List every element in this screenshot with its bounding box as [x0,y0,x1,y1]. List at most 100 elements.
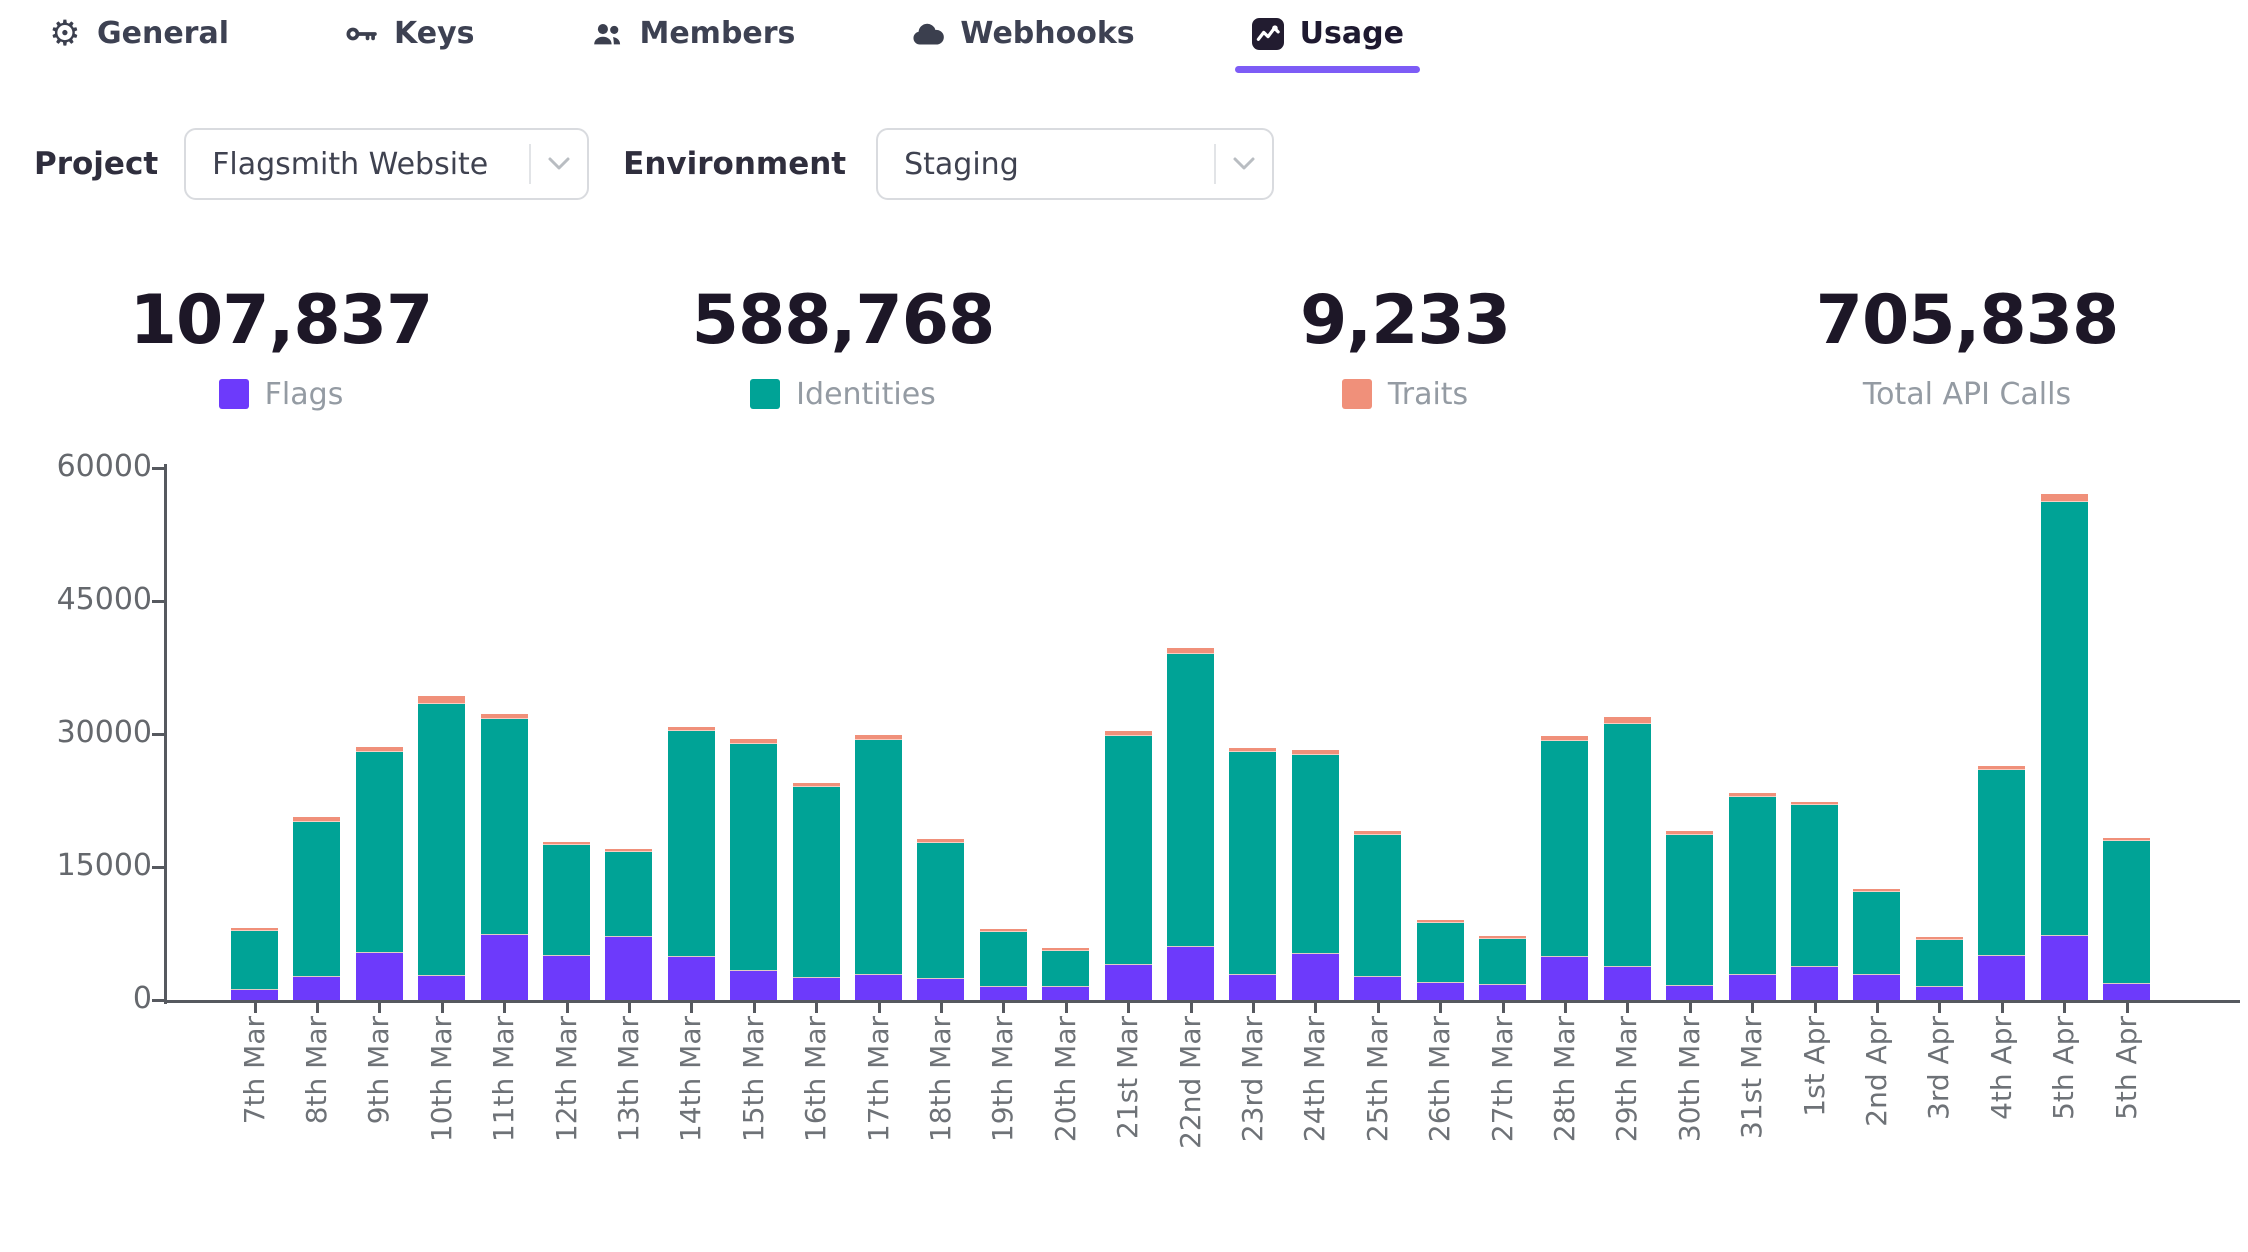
tab-label: Keys [394,16,474,51]
api-usage-stacked-bar-chart: 0150003000045000600007th Mar8th Mar9th M… [0,424,2248,1196]
chart-bar [980,424,1027,1000]
bar-segment-flags [1541,957,1588,1000]
chart-bar [1916,424,1963,1000]
cloud-icon [911,17,945,51]
project-select-value: Flagsmith Website [212,147,509,182]
chart-bar [668,424,715,1000]
x-axis-line [164,1000,2240,1003]
x-axis-label: 7th Mar [238,1016,272,1124]
bar-segment-identities [1292,755,1339,954]
bar-segment-identities [1479,939,1526,985]
bar-segment-flags [980,987,1027,1000]
chart-bar [1417,424,1464,1000]
bar-segment-flags [1978,956,2025,999]
x-axis-label: 28th Mar [1548,1016,1582,1142]
tab-keys[interactable]: Keys [345,16,474,73]
bar-segment-identities [793,787,840,978]
x-axis-label: 13th Mar [612,1016,646,1142]
bar-segment-identities [1604,724,1651,967]
bar-segment-flags [1354,977,1401,1000]
x-axis-label: 4th Apr [1985,1016,2019,1120]
x-axis-tick [628,1003,631,1013]
x-axis-tick [1814,1003,1817,1013]
x-axis-tick [1065,1003,1068,1013]
tab-members[interactable]: Members [590,16,795,73]
bar-segment-identities [1229,752,1276,975]
bar-segment-flags [917,979,964,1000]
chart-bar [917,424,964,1000]
bar-segment-identities [1666,835,1713,986]
x-axis-tick [940,1003,943,1013]
x-axis-label: 5th Apr [2110,1016,2144,1120]
tab-label: Members [639,16,795,51]
bar-segment-flags [543,956,590,999]
bar-segment-flags [793,978,840,1000]
x-axis-label: 10th Mar [425,1016,459,1142]
flags-legend-swatch [219,379,249,409]
bar-segment-identities [1541,741,1588,957]
bar-segment-identities [1417,923,1464,983]
bar-segment-flags [605,937,652,1000]
x-axis-tick [878,1003,881,1013]
bar-segment-flags [855,975,902,1000]
x-axis-label: 29th Mar [1610,1016,1644,1142]
tab-label: Webhooks [960,16,1134,51]
chart-bar [1105,424,1152,1000]
bar-segment-flags [2041,936,2088,999]
y-axis-tick [152,733,164,736]
bar-segment-identities [1042,951,1089,986]
y-axis-tick [152,467,164,470]
chart-bar [231,424,278,1000]
x-axis-label: 19th Mar [986,1016,1020,1142]
gear-icon: ⚙ [48,17,82,51]
bar-segment-traits [2041,494,2088,502]
bar-segment-flags [418,976,465,1000]
x-axis-label: 15th Mar [737,1016,771,1142]
project-select[interactable]: Flagsmith Website [184,128,589,200]
tab-webhooks[interactable]: Webhooks [911,16,1134,73]
chart-bar [1479,424,1526,1000]
bar-segment-identities [1916,940,1963,986]
x-axis-label: 30th Mar [1673,1016,1707,1142]
x-axis-tick [1377,1003,1380,1013]
x-axis-label: 8th Mar [300,1016,334,1124]
chart-bar [1541,424,1588,1000]
chart-bar [1292,424,1339,1000]
stat-traits: 9,233 Traits [1124,284,1686,412]
environment-select-value: Staging [904,147,1194,182]
x-axis-tick [1689,1003,1692,1013]
x-axis-label: 16th Mar [799,1016,833,1142]
bar-segment-flags [356,953,403,1000]
stat-label: Flags [265,377,344,412]
chart-bar [2041,424,2088,1000]
stat-value: 9,233 [1300,284,1510,359]
tab-label: Usage [1300,16,1404,51]
stat-value: 588,768 [692,284,995,359]
chevron-down-icon [531,155,587,173]
environment-select[interactable]: Staging [876,128,1274,200]
bar-segment-flags [1292,954,1339,1000]
chart-bar [730,424,777,1000]
tab-usage[interactable]: Usage [1251,16,1404,73]
x-axis-tick [378,1003,381,1013]
x-axis-label: 3rd Apr [1922,1016,1956,1120]
tab-general[interactable]: ⚙ General [48,16,229,73]
bar-segment-flags [1042,987,1089,1000]
bar-segment-identities [543,845,590,956]
chart-bar [1354,424,1401,1000]
y-axis-line [164,464,167,1004]
x-axis-label: 31st Mar [1735,1016,1769,1139]
chart-bar [2103,424,2150,1000]
bar-segment-identities [2103,841,2150,984]
x-axis-tick [441,1003,444,1013]
stat-label: Identities [796,377,936,412]
tab-label: General [97,16,229,51]
identities-legend-swatch [750,379,780,409]
x-axis-tick [815,1003,818,1013]
bar-segment-identities [1354,835,1401,977]
y-axis-tick [152,999,164,1002]
chart-bar [793,424,840,1000]
bar-segment-identities [1167,654,1214,947]
chart-bar [1604,424,1651,1000]
x-axis-label: 9th Mar [362,1016,396,1124]
